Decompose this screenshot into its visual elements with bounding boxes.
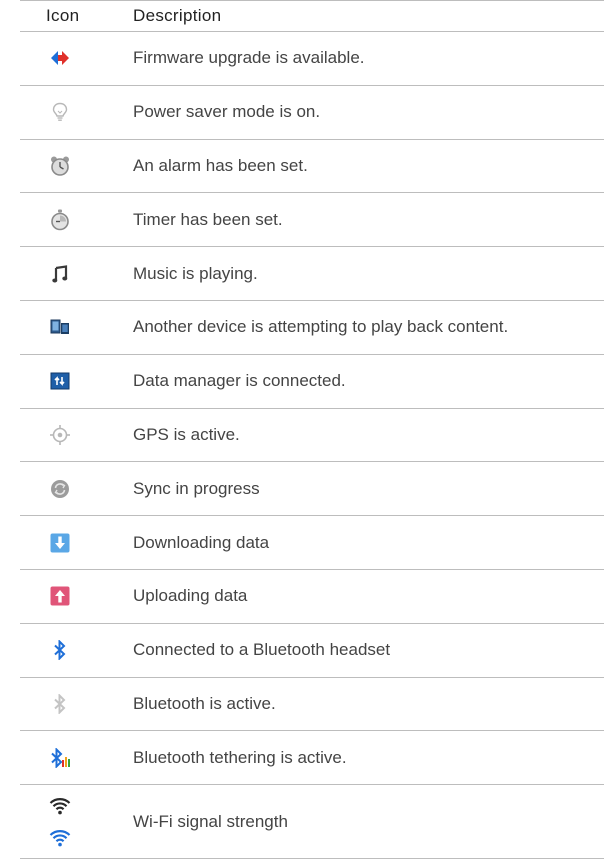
- table-row: Connected to a Bluetooth headset: [20, 622, 604, 677]
- table-header: Icon Description: [20, 0, 604, 31]
- sync-icon: [20, 479, 133, 499]
- bluetooth-tethering-icon: [20, 747, 133, 768]
- wifi-signal-icon: [49, 797, 70, 815]
- download-icon: [20, 533, 133, 553]
- table-row: Another device is attempting to play bac…: [20, 299, 604, 354]
- playback-device-icon: [20, 319, 133, 335]
- table-row: Power saver mode is on.: [20, 84, 604, 139]
- table-row: Timer has been set.: [20, 192, 604, 246]
- row-description: Another device is attempting to play bac…: [133, 317, 509, 337]
- table-row: An alarm has been set.: [20, 138, 604, 193]
- row-description: An alarm has been set.: [133, 155, 308, 175]
- row-description: Bluetooth tethering is active.: [133, 747, 347, 767]
- power-saver-icon: [20, 102, 133, 122]
- row-description: Wi-Fi signal strength: [133, 811, 288, 831]
- table-row: Bluetooth tethering is active.: [20, 730, 604, 784]
- table-row: Downloading data: [20, 515, 604, 569]
- table-row: Uploading data: [20, 568, 604, 623]
- gps-icon: [20, 424, 133, 446]
- row-description: Power saver mode is on.: [133, 102, 321, 122]
- upload-icon: [20, 586, 133, 606]
- row-description: Downloading data: [133, 532, 270, 552]
- table-row: Data manager is connected.: [20, 353, 604, 408]
- alarm-icon: [20, 155, 133, 177]
- header-icon-label: Icon: [46, 6, 80, 25]
- row-description: GPS is active.: [133, 424, 240, 444]
- timer-icon: [20, 209, 133, 231]
- row-description: Sync in progress: [133, 478, 260, 498]
- row-description: Bluetooth is active.: [133, 693, 276, 713]
- row-description: Connected to a Bluetooth headset: [133, 640, 391, 660]
- table-row: Firmware upgrade is available.: [20, 31, 604, 85]
- wifi-signal-icon: [20, 797, 133, 847]
- header-description-label: Description: [133, 6, 222, 25]
- table-row: Bluetooth is active.: [20, 676, 604, 731]
- row-description: Music is playing.: [133, 263, 258, 283]
- table-row: Music is playing.: [20, 246, 604, 300]
- row-description: Data manager is connected.: [133, 371, 346, 391]
- wifi-signal-icon: [49, 829, 70, 847]
- row-description: Firmware upgrade is available.: [133, 48, 365, 68]
- music-note-icon: [20, 264, 133, 283]
- status-icon-table: Icon Description Firmware upgrade is ava…: [20, 0, 604, 860]
- bluetooth-active-icon: [20, 693, 133, 714]
- row-description: Uploading data: [133, 586, 248, 606]
- bluetooth-headset-icon: [20, 640, 133, 661]
- row-description: Timer has been set.: [133, 209, 283, 229]
- table-row: Sync in progress: [20, 461, 604, 515]
- table-row: GPS is active.: [20, 407, 604, 462]
- data-manager-icon: [20, 372, 133, 390]
- table-row: Wi-Fi signal strength: [20, 784, 604, 860]
- firmware-upgrade-icon: [20, 49, 133, 67]
